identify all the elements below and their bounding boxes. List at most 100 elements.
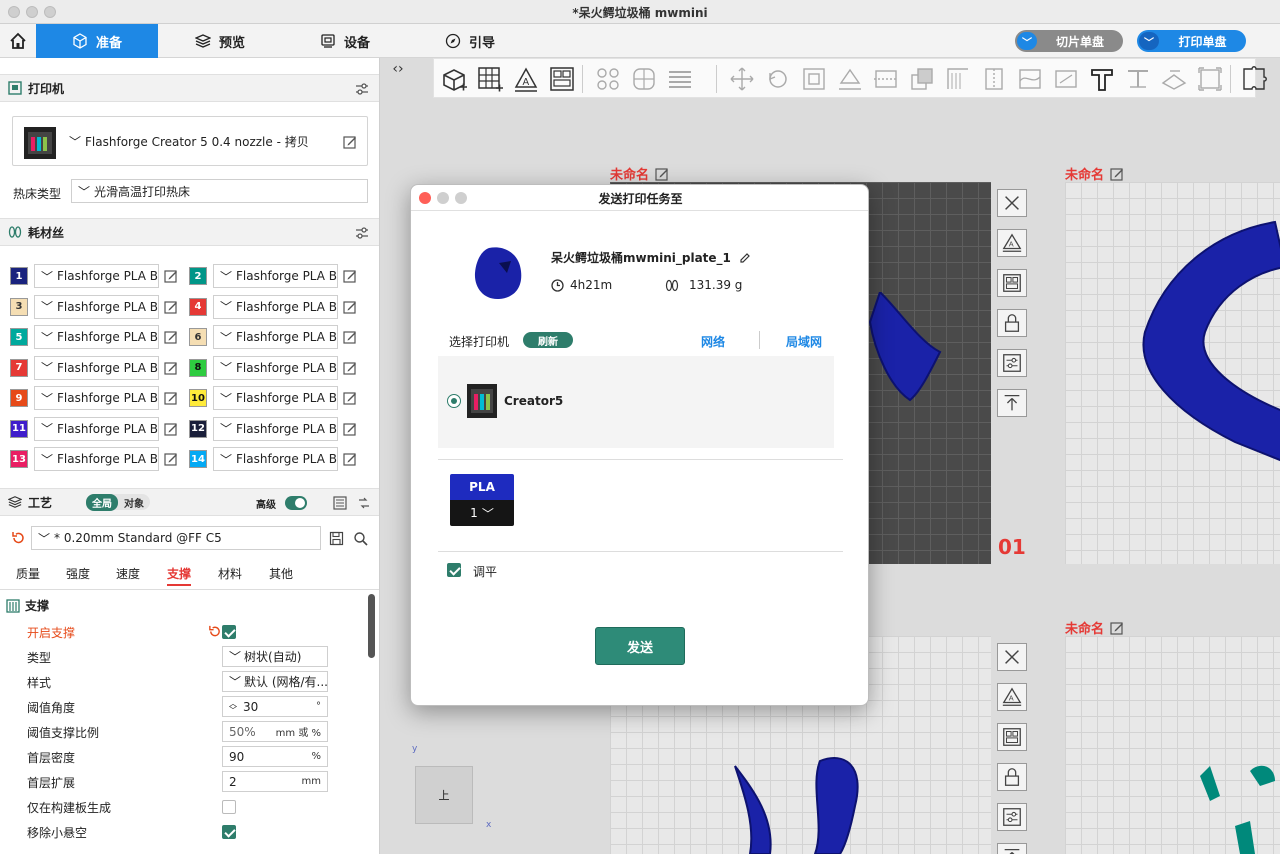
plate-tool-button[interactable] [997, 349, 1027, 377]
view-cube[interactable]: 上 [415, 766, 473, 824]
edit-name-icon[interactable] [1110, 621, 1124, 635]
puzzle-icon[interactable] [1240, 65, 1268, 93]
object-toggle-option[interactable]: 对象 [118, 494, 150, 511]
move-icon[interactable] [728, 65, 756, 93]
split-parts-icon[interactable] [630, 65, 658, 93]
edit-filament-icon[interactable] [343, 330, 357, 344]
filament-select[interactable]: ﹀ Flashforge PLA B... [34, 325, 159, 349]
plate-tool-button[interactable] [997, 723, 1027, 751]
filament-slot-number[interactable]: 12 [189, 419, 207, 438]
filament-slot-number[interactable]: 13 [10, 450, 28, 468]
plate-tool-button[interactable] [997, 309, 1027, 337]
tab-preview[interactable]: 预览 [180, 24, 260, 58]
tab-guide[interactable]: 引导 [430, 24, 510, 58]
plate-tool-button[interactable] [997, 843, 1027, 854]
leveling-checkbox[interactable] [447, 563, 461, 577]
network-tab[interactable]: 网络 [701, 333, 725, 350]
tab-quality[interactable]: 质量 [16, 565, 40, 582]
support-paint-icon[interactable] [944, 65, 972, 93]
filament-slot-number[interactable]: 1 [10, 267, 28, 285]
plate-tool-button[interactable] [997, 643, 1027, 671]
tab-material[interactable]: 材料 [218, 565, 242, 582]
filament-select[interactable]: ﹀Flashforge PLA Ba... [213, 386, 338, 410]
first-layer-density-input[interactable]: 90% [222, 746, 328, 767]
model-fragment-1[interactable] [860, 292, 960, 402]
plate-4-name[interactable]: 未命名 [1065, 618, 1124, 637]
edit-filament-icon[interactable] [343, 300, 357, 314]
filament-select[interactable]: ﹀ Flashforge PLA B... [34, 294, 159, 319]
edit-filament-icon[interactable] [164, 452, 178, 466]
auto-orient-icon[interactable]: A [512, 65, 540, 93]
emboss-icon[interactable] [1124, 65, 1152, 93]
filament-slot-number[interactable]: 14 [189, 450, 207, 468]
tab-device[interactable]: 设备 [305, 24, 385, 58]
process-preset-select[interactable]: ﹀ * 0.20mm Standard @FF C5 [31, 526, 321, 550]
fuzzy-skin-icon[interactable] [1016, 65, 1044, 93]
tab-strength[interactable]: 强度 [66, 565, 90, 582]
edit-filament-icon[interactable] [164, 330, 178, 344]
model-bin-shell[interactable] [1125, 212, 1280, 472]
add-plate-icon[interactable] [476, 65, 504, 93]
plate-4-bed[interactable] [1065, 636, 1280, 854]
send-button[interactable]: 发送 [595, 627, 685, 665]
slice-dropdown-chevron-icon[interactable]: ﹀ [1017, 32, 1037, 50]
filament-select[interactable]: ﹀Flashforge PLA Ba... [213, 447, 338, 471]
edit-filament-icon[interactable] [343, 422, 357, 436]
plate-tool-button[interactable] [997, 389, 1027, 417]
filament-slot-number[interactable]: 8 [189, 358, 207, 377]
filament-select[interactable]: ﹀Flashforge PLA Ba... [213, 264, 338, 288]
material-slot-select[interactable]: 1 ﹀ [450, 500, 514, 526]
compare-icon[interactable] [357, 496, 371, 510]
print-dropdown-chevron-icon[interactable]: ﹀ [1139, 32, 1159, 50]
plate-1-name[interactable]: 未命名 [610, 164, 669, 183]
advanced-toggle[interactable] [285, 496, 307, 510]
plate-tool-button[interactable] [997, 189, 1027, 217]
layers-editing-icon[interactable] [666, 65, 694, 93]
remove-small-overhang-checkbox[interactable] [222, 825, 236, 839]
edit-filament-icon[interactable] [164, 300, 178, 314]
filament-settings-sliders-icon[interactable] [354, 225, 370, 241]
refresh-button[interactable]: 刷新 [523, 332, 573, 348]
save-icon[interactable] [329, 531, 344, 546]
slice-plate-button[interactable]: ﹀ 切片单盘 [1015, 30, 1123, 52]
dialog-close-button[interactable] [419, 192, 431, 204]
print-plate-button[interactable]: ﹀ 打印单盘 [1137, 30, 1246, 52]
measure-icon[interactable] [1052, 65, 1080, 93]
list-view-icon[interactable] [333, 496, 347, 510]
reset-value-icon[interactable] [208, 625, 221, 638]
edit-filament-icon[interactable] [343, 452, 357, 466]
plate-tool-button[interactable] [997, 763, 1027, 791]
lan-tab[interactable]: 局域网 [786, 333, 822, 350]
home-button[interactable] [0, 24, 36, 58]
arrange-icon[interactable] [548, 65, 576, 93]
edit-filament-icon[interactable] [343, 269, 357, 283]
fit-view-icon[interactable] [1196, 65, 1224, 93]
lay-on-face-icon[interactable] [836, 65, 864, 93]
filament-select[interactable]: ﹀Flashforge PLA Ba... [213, 355, 338, 380]
filament-select[interactable]: ﹀ Flashforge PLA B... [34, 447, 159, 471]
edit-job-name-icon[interactable] [739, 252, 751, 264]
split-objects-icon[interactable] [594, 65, 622, 93]
boolean-icon[interactable] [908, 65, 936, 93]
filament-slot-number[interactable]: 10 [189, 389, 207, 407]
edit-filament-icon[interactable] [343, 391, 357, 405]
filament-slot-number[interactable]: 4 [189, 297, 207, 316]
threshold-angle-spinbox[interactable]: ︿ ﹀ 30 ° [222, 696, 328, 717]
filament-slot-number[interactable]: 2 [189, 267, 207, 285]
edit-filament-icon[interactable] [164, 361, 178, 375]
edit-filament-icon[interactable] [164, 422, 178, 436]
printer-radio[interactable] [447, 394, 461, 408]
printer-settings-sliders-icon[interactable] [354, 81, 370, 97]
model-fragment-3[interactable] [1195, 756, 1280, 854]
tab-speed[interactable]: 速度 [116, 565, 140, 582]
seam-paint-icon[interactable] [980, 65, 1008, 93]
first-layer-expansion-input[interactable]: 2 mm [222, 771, 328, 792]
rotate-icon[interactable] [764, 65, 792, 93]
global-object-toggle[interactable]: 全局 对象 [86, 493, 151, 511]
add-object-icon[interactable] [440, 65, 468, 93]
plate-2-bed[interactable] [1065, 182, 1280, 564]
spinner-arrows-icon[interactable]: ︿ ﹀ [229, 699, 237, 714]
filament-slot-number[interactable]: 3 [10, 297, 28, 316]
filament-slot-number[interactable]: 11 [10, 419, 28, 438]
filament-select[interactable]: ﹀Flashforge PLA Ba... [213, 325, 338, 349]
